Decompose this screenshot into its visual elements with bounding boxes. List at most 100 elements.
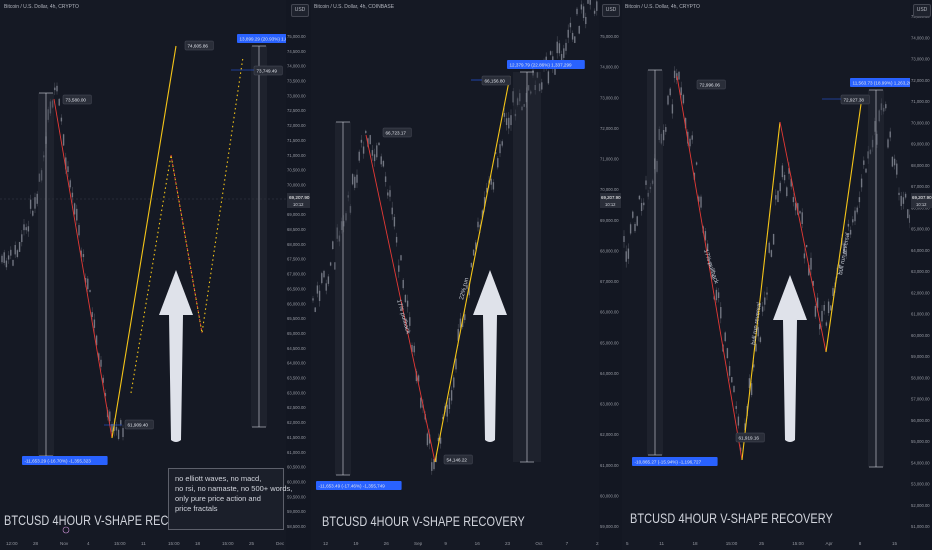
price-tick-label: 66,000.00	[600, 310, 619, 315]
chart-title-3: BTCUSD 4HOUR V-SHAPE RECOVERY	[630, 510, 833, 526]
time-tick-label: 11	[141, 541, 146, 546]
current-price-label: 69,207.90	[289, 195, 310, 200]
time-tick-label: 25	[759, 541, 765, 546]
price-tick-label: 73,000.00	[911, 57, 930, 62]
price-tick-label: 60,000.00	[600, 493, 619, 498]
time-tick-label: Sep	[414, 541, 423, 546]
time-tick-label: 12	[323, 541, 329, 546]
candle-body	[34, 197, 36, 209]
price-tick-label: 62,000.00	[911, 290, 930, 295]
candle-body	[578, 25, 580, 34]
candle-body	[854, 210, 856, 222]
candle-body	[69, 180, 71, 188]
time-tick-label: 5	[626, 541, 629, 546]
candle-body	[823, 304, 825, 311]
candle-body	[764, 297, 766, 305]
candle-body	[332, 241, 334, 250]
candle-body	[799, 211, 801, 214]
candle-body	[772, 233, 775, 245]
candle-body	[503, 113, 506, 117]
price-tick-label: 75,000.00	[600, 34, 619, 39]
price-callout-label: 74,605.86	[188, 43, 209, 48]
candle-body	[596, 1, 598, 11]
chart-canvas-3[interactable]: -10,865.27 (-15.94%) -1,196,727 11,563.73…	[622, 0, 932, 550]
candle-body	[896, 163, 898, 175]
currency-button-3-visible[interactable]: USD	[913, 4, 931, 17]
candle-body	[393, 216, 396, 227]
price-tick-label: 67,500.00	[287, 257, 306, 262]
candle-body	[623, 236, 625, 242]
chart-panel-1[interactable]: -11,653.29 (-16.70%) -1,355,323 13,899.29…	[0, 0, 310, 550]
candle-body	[323, 270, 325, 278]
candle-body	[549, 51, 552, 55]
candle-body	[351, 174, 354, 185]
currency-button-2-visible[interactable]: USD	[602, 4, 620, 17]
candle-body	[860, 178, 863, 188]
candle-body	[395, 236, 398, 243]
candle-body	[358, 151, 360, 161]
candle-body	[76, 208, 78, 221]
candle-body	[404, 294, 407, 303]
candle-body	[563, 48, 565, 58]
chart-panel-2[interactable]: -11,653.49 (-17.46%) -1,355,749 12,379.79…	[311, 0, 621, 550]
time-tick-label: 18	[195, 541, 201, 546]
candle-body	[636, 216, 638, 226]
candle-body	[810, 257, 812, 270]
price-tick-label: 70,000.00	[911, 120, 930, 125]
price-tick-label: 70,000.00	[600, 187, 619, 192]
candle-body	[847, 223, 850, 227]
price-tick-label: 59,500.00	[287, 494, 306, 499]
candle-body	[14, 245, 16, 255]
candle-body	[1, 255, 3, 263]
candle-body	[731, 377, 733, 383]
price-tick-label: 71,000.00	[600, 157, 619, 162]
candle-body	[556, 41, 558, 54]
candle-body	[805, 244, 808, 248]
price-tick-label: 67,000.00	[600, 279, 619, 284]
price-tick-label: 64,500.00	[287, 346, 306, 351]
candle-body	[898, 192, 900, 195]
price-callout-label: 54,146.22	[447, 457, 468, 462]
chart-panel-3[interactable]: -10,865.27 (-15.94%) -1,196,727 11,563.73…	[622, 0, 932, 550]
price-tick-label: 75,000.00	[287, 34, 306, 39]
candle-body	[766, 292, 768, 295]
candle-body	[691, 135, 693, 140]
price-tick-label: 70,500.00	[287, 168, 306, 173]
price-tick-label: 65,000.00	[287, 331, 306, 336]
candle-body	[728, 366, 731, 376]
candle-body	[671, 104, 674, 114]
candle-body	[560, 53, 563, 61]
candle-body	[378, 142, 380, 146]
price-tick-label: 71,000.00	[287, 153, 306, 158]
candle-body	[547, 71, 550, 84]
price-tick-label: 66,000.00	[287, 301, 306, 306]
price-tick-label: 54,000.00	[911, 460, 930, 465]
candle-body	[58, 98, 60, 106]
time-tick-label: 15:00	[114, 541, 126, 546]
candle-body	[60, 117, 63, 122]
candle-body	[689, 138, 691, 147]
candle-body	[779, 182, 781, 192]
candle-body	[120, 420, 122, 425]
time-tick-label: 28	[33, 541, 39, 546]
candle-body	[700, 196, 702, 208]
candle-body	[7, 255, 10, 260]
candle-body	[632, 211, 634, 218]
candle-body	[122, 428, 124, 437]
candle-body	[448, 397, 451, 410]
candle-body	[16, 250, 19, 257]
candle-body	[673, 70, 676, 78]
time-tick-label: 15:00	[168, 541, 180, 546]
candle-body	[477, 221, 479, 228]
time-tick-label: 8	[859, 541, 862, 546]
price-tick-label: 65,000.00	[600, 340, 619, 345]
chart-canvas-2[interactable]: -11,653.49 (-17.46%) -1,355,749 12,379.79…	[311, 0, 621, 550]
candle-body	[490, 178, 492, 185]
price-tick-label: 71,500.00	[287, 138, 306, 143]
currency-button-1[interactable]: USD	[291, 4, 309, 17]
candle-body	[391, 207, 393, 215]
candle-body	[902, 197, 905, 204]
price-tick-label: 64,000.00	[911, 248, 930, 253]
time-tick-label: 15:00	[792, 541, 804, 546]
candle-body	[669, 88, 671, 96]
